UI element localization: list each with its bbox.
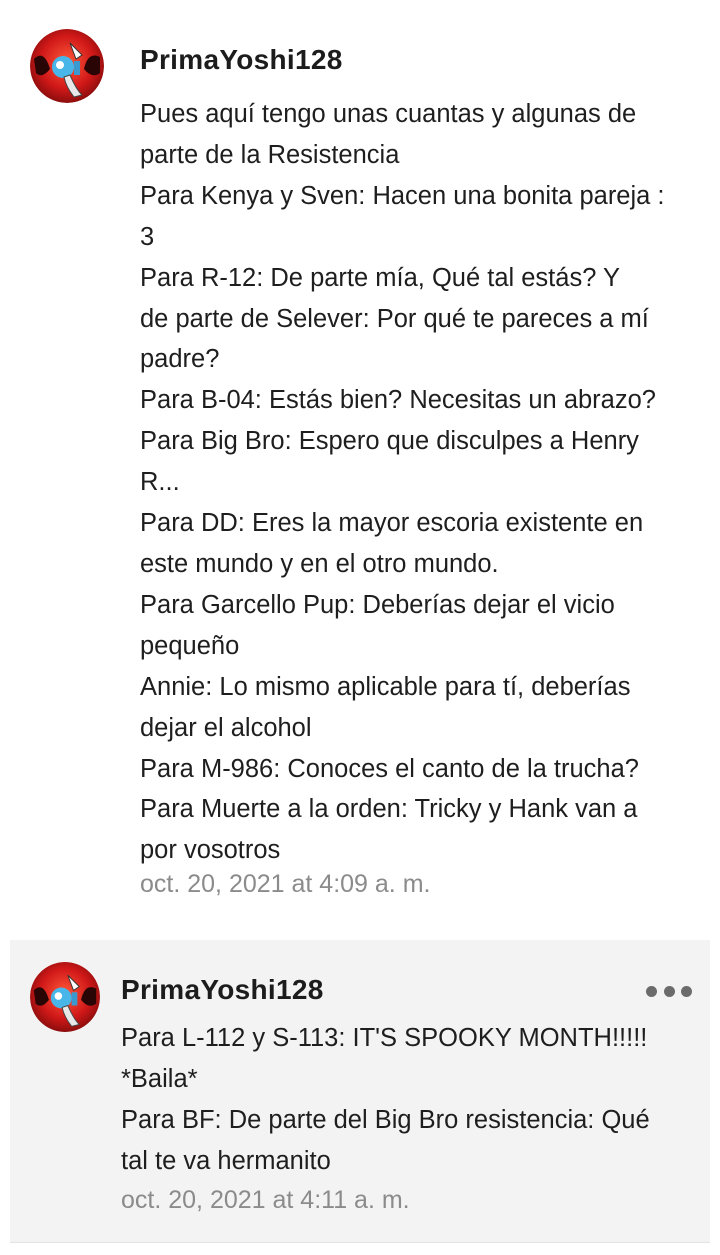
comment-timestamp: oct. 20, 2021 at 4:09 a. m. bbox=[140, 870, 431, 898]
comment-line: Pues aquí tengo unas cuantas y algunas d… bbox=[140, 100, 637, 128]
more-options-icon[interactable] bbox=[646, 984, 692, 998]
comment-line: de parte de Selever: Por qué te pareces … bbox=[140, 304, 649, 333]
comment-line: 3 bbox=[140, 222, 155, 251]
comment-1: PrimaYoshi128 Pues aquí tengo unas cuant… bbox=[0, 8, 720, 940]
comment-line: R... bbox=[140, 468, 180, 497]
avatar-icon bbox=[30, 962, 100, 1032]
comment-line: Para Garcello Pup: Deberías dejar el vic… bbox=[140, 590, 615, 619]
comment-line: Annie: Lo mismo aplicable para tí, deber… bbox=[140, 672, 631, 701]
comment-line: *Baila* bbox=[121, 1064, 198, 1093]
comment-line: Para R-12: De parte mía, Qué tal estás? … bbox=[140, 263, 621, 292]
avatar-icon bbox=[30, 29, 104, 103]
comment-line: Para M-986: Conoces el canto de la truch… bbox=[140, 754, 639, 783]
comment-line: parte de la Resistencia bbox=[140, 140, 400, 169]
comment-author[interactable]: PrimaYoshi128 bbox=[121, 974, 324, 1006]
comment-line: Para Kenya y Sven: Hacen una bonita pare… bbox=[140, 181, 665, 210]
dot bbox=[681, 985, 692, 997]
comment-line: Para Big Bro: Espero que disculpes a Hen… bbox=[140, 427, 639, 456]
avatar[interactable] bbox=[30, 29, 104, 103]
comment-line: este mundo y en el otro mundo. bbox=[140, 549, 499, 578]
comment-line: pequeño bbox=[140, 631, 240, 660]
comment-line: Para DD: Eres la mayor escoria existente… bbox=[140, 509, 644, 538]
dot bbox=[663, 985, 675, 997]
avatar[interactable] bbox=[30, 962, 100, 1032]
comment-body: Para L-112 y S-113: IT'S SPOOKY MONTH!!!… bbox=[121, 1018, 686, 1182]
comment-line: Para Muerte a la orden: Tricky y Hank va… bbox=[140, 795, 638, 824]
comment-line: Para BF: De parte del Big Bro resistenci… bbox=[121, 1105, 650, 1134]
comment-body: Pues aquí tengo unas cuantas y algunas d… bbox=[140, 94, 700, 871]
comment-author[interactable]: PrimaYoshi128 bbox=[140, 44, 343, 76]
dot bbox=[646, 985, 657, 997]
comment-line: dejar el alcohol bbox=[140, 713, 312, 742]
comment-line: tal te va hermanito bbox=[121, 1146, 331, 1175]
bottom-divider bbox=[10, 1242, 710, 1243]
comment-line: Para L-112 y S-113: IT'S SPOOKY MONTH!!!… bbox=[121, 1024, 648, 1052]
comment-line: padre? bbox=[140, 345, 220, 374]
comment-line: Para B-04: Estás bien? Necesitas un abra… bbox=[140, 386, 656, 415]
comment-timestamp: oct. 20, 2021 at 4:11 a. m. bbox=[121, 1186, 410, 1214]
comment-2: PrimaYoshi128 Para L-112 y S-113: IT'S S… bbox=[10, 940, 710, 1242]
comment-line: por vosotros bbox=[140, 836, 281, 865]
